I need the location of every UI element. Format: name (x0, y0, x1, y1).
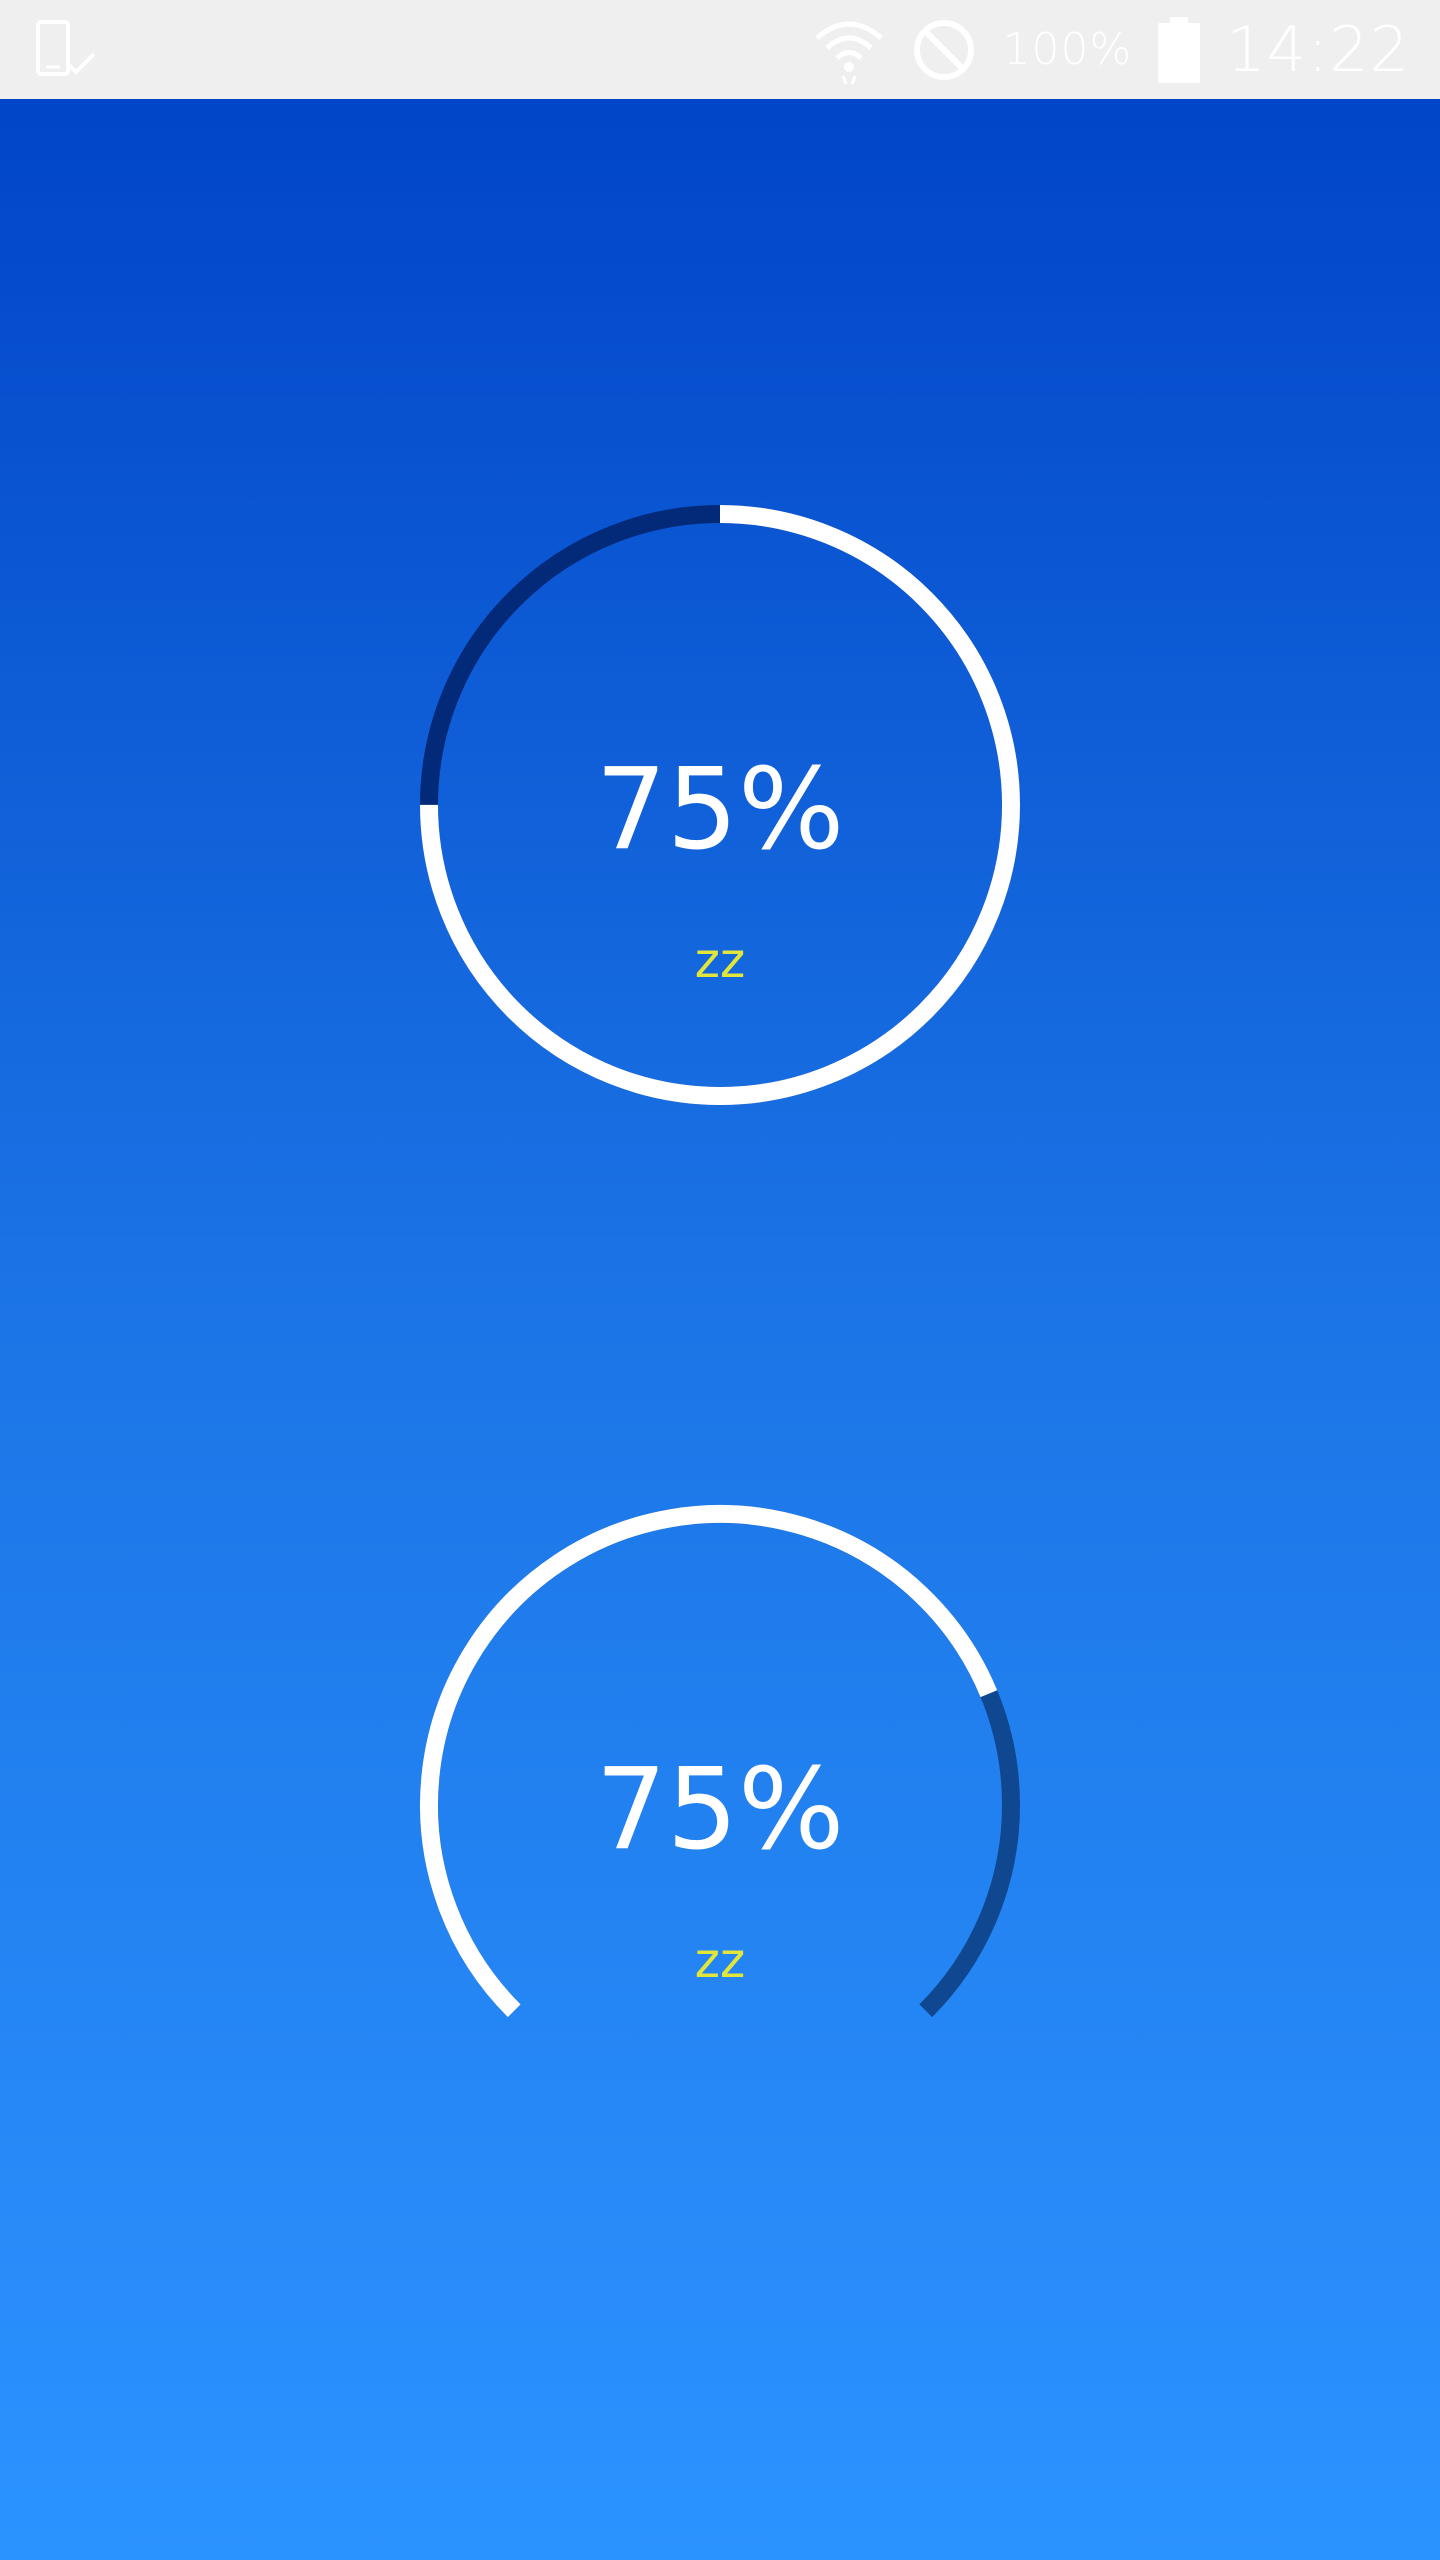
main-content: 75% zz 75% zz (0, 99, 1440, 2560)
clock: 14:22 (1226, 13, 1410, 86)
device-check-icon (36, 20, 96, 76)
gauge-value: 75% (595, 1745, 845, 1875)
battery-percent: 100% (1002, 24, 1133, 75)
progress-ring-gauge: 75% zz (410, 495, 1030, 1115)
status-icons: 100% 14:22 (813, 0, 1410, 99)
do-not-disturb-icon (913, 19, 974, 80)
gauge-label: zz (694, 933, 746, 989)
battery-icon (1158, 16, 1201, 83)
gauge-value: 75% (595, 745, 845, 875)
gauge-label: zz (694, 1933, 746, 1989)
wifi-icon (814, 21, 883, 85)
screen: 100% 14:22 75% zz 75% zz (0, 0, 1440, 2560)
status-bar: 100% 14:22 (0, 0, 1440, 99)
progress-arc-gauge: 75% zz (410, 1495, 1030, 2115)
